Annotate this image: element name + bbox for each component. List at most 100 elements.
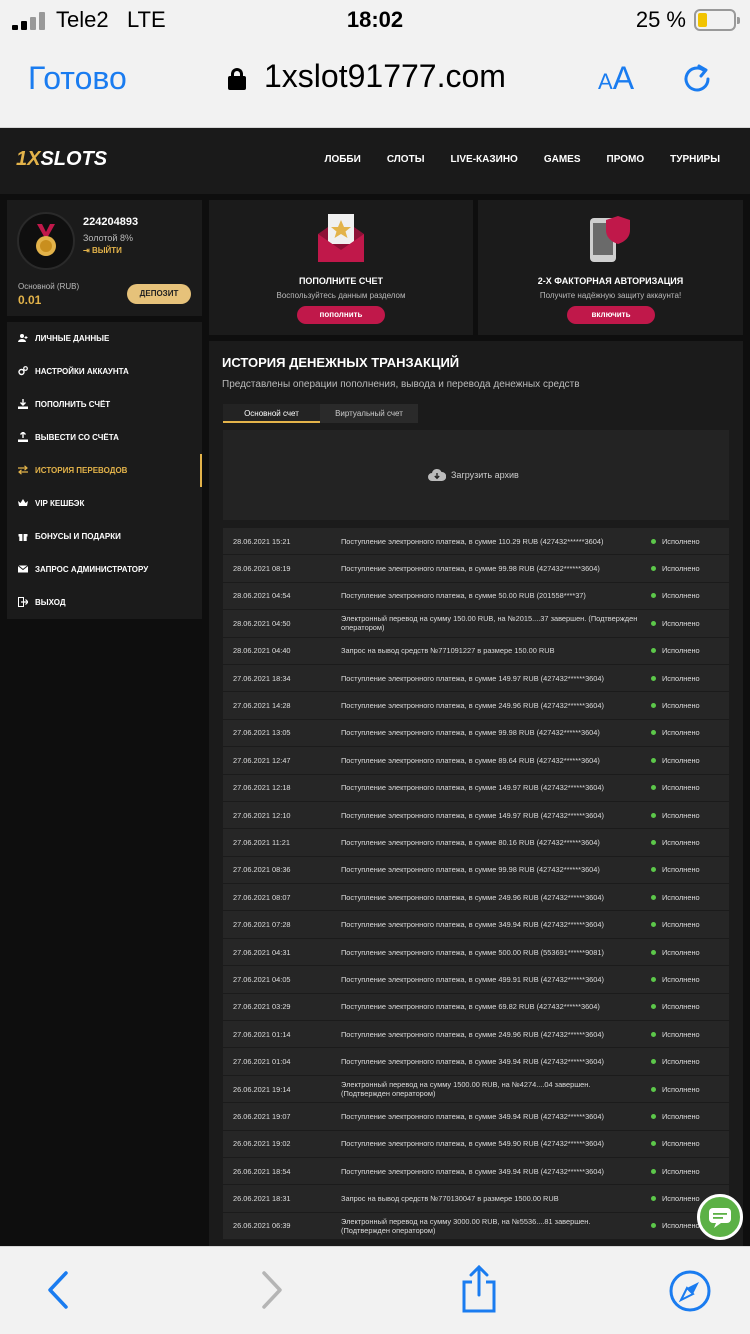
share-icon[interactable] bbox=[459, 1265, 499, 1313]
transaction-date: 28.06.2021 04:54 bbox=[233, 591, 291, 601]
status-text: Исполнено bbox=[662, 892, 700, 902]
vip-tier: Золотой 8% bbox=[83, 233, 133, 243]
transaction-status: Исполнено bbox=[651, 583, 700, 609]
status-text: Исполнено bbox=[662, 1139, 700, 1149]
lock-icon bbox=[228, 68, 246, 90]
url-text[interactable]: 1xslot91777.com bbox=[264, 58, 506, 95]
forward-icon[interactable] bbox=[252, 1269, 292, 1311]
balance-value: 0.01 bbox=[18, 293, 42, 307]
transaction-date: 27.06.2021 01:04 bbox=[233, 1057, 291, 1067]
status-dot-icon bbox=[651, 675, 656, 681]
table-row: 26.06.2021 19:07 Поступление электронного… bbox=[223, 1103, 729, 1130]
transaction-description: Поступление электронного платежа, в сумм… bbox=[341, 591, 586, 601]
status-text: Исполнено bbox=[662, 865, 700, 875]
cloud-download-icon[interactable] bbox=[428, 468, 446, 482]
transaction-status: Исполнено bbox=[651, 1048, 700, 1074]
phone-shield-icon bbox=[590, 216, 630, 262]
transaction-status: Исполнено bbox=[651, 665, 700, 691]
deposit-button[interactable]: ДЕПОЗИТ bbox=[127, 284, 191, 304]
enable-2fa-button[interactable]: включить bbox=[567, 306, 655, 324]
table-row: 27.06.2021 11:21 Поступление электронного… bbox=[223, 829, 729, 856]
transaction-status: Исполнено bbox=[651, 1103, 700, 1129]
transaction-description: Поступление электронного платежа, в сумм… bbox=[341, 974, 604, 984]
transaction-date: 27.06.2021 03:29 bbox=[233, 1002, 291, 1012]
transaction-description: Поступление электронного платежа, в сумм… bbox=[341, 701, 604, 711]
nav-promo[interactable]: ПРОМО bbox=[607, 154, 645, 165]
nav-games[interactable]: GAMES bbox=[544, 154, 581, 165]
table-row: 28.06.2021 08:19 Поступление электронного… bbox=[223, 555, 729, 582]
transaction-date: 26.06.2021 19:14 bbox=[233, 1084, 291, 1094]
transaction-status: Исполнено bbox=[651, 802, 700, 828]
menu-admin-request[interactable]: ЗАПРОС АДМИНИСТРАТОРУ bbox=[7, 552, 202, 586]
site-logo[interactable]: 1XSLOTS bbox=[16, 148, 107, 171]
status-dot-icon bbox=[651, 593, 656, 599]
transaction-date: 27.06.2021 04:05 bbox=[233, 974, 291, 984]
user-add-icon bbox=[18, 334, 28, 343]
ios-status-bar: Tele2 LTE 18:02 25 % bbox=[0, 0, 750, 42]
compass-icon[interactable] bbox=[668, 1269, 712, 1313]
promo-subtitle: Воспользуйтесь данным разделом bbox=[276, 291, 406, 300]
transaction-status: Исполнено bbox=[651, 911, 700, 937]
transaction-status: Исполнено bbox=[651, 638, 700, 664]
transaction-date: 26.06.2021 18:54 bbox=[233, 1166, 291, 1176]
transaction-status: Исполнено bbox=[651, 829, 700, 855]
menu-transfer-history[interactable]: ИСТОРИЯ ПЕРЕВОДОВ bbox=[7, 453, 202, 487]
site-header: 1XSLOTS ЛОББИ СЛОТЫ LIVE-КАЗИНО GAMES ПР… bbox=[0, 128, 750, 194]
transaction-description: Поступление электронного платежа, в сумм… bbox=[341, 865, 600, 875]
menu-bonuses[interactable]: БОНУСЫ И ПОДАРКИ bbox=[7, 519, 202, 553]
status-dot-icon bbox=[651, 620, 656, 626]
menu-account-settings[interactable]: НАСТРОЙКИ АККАУНТА bbox=[7, 354, 202, 388]
status-dot-icon bbox=[651, 894, 656, 900]
status-dot-icon bbox=[651, 922, 656, 928]
status-text: Исполнено bbox=[662, 1002, 700, 1012]
logout-link[interactable]: ⇥ ВЫЙТИ bbox=[83, 246, 122, 255]
status-text: Исполнено bbox=[662, 618, 700, 628]
reload-icon[interactable] bbox=[678, 60, 716, 98]
transaction-date: 27.06.2021 12:18 bbox=[233, 783, 291, 793]
transaction-description: Запрос на вывод средств №771091227 в раз… bbox=[341, 646, 555, 656]
status-dot-icon bbox=[651, 839, 656, 845]
table-row: 27.06.2021 01:14 Поступление электронного… bbox=[223, 1021, 729, 1048]
download-archive-link[interactable]: Загрузить архив bbox=[451, 470, 519, 480]
transaction-description: Поступление электронного платежа, в сумм… bbox=[341, 536, 604, 546]
mail-icon bbox=[18, 565, 28, 573]
transaction-status: Исполнено bbox=[651, 1213, 700, 1239]
nav-live-casino[interactable]: LIVE-КАЗИНО bbox=[450, 154, 517, 165]
status-text: Исполнено bbox=[662, 701, 700, 711]
status-text: Исполнено bbox=[662, 974, 700, 984]
chat-button[interactable] bbox=[697, 1194, 743, 1240]
transaction-date: 26.06.2021 19:07 bbox=[233, 1111, 291, 1121]
nav-lobby[interactable]: ЛОББИ bbox=[324, 154, 360, 165]
menu-exit[interactable]: ВЫХОД bbox=[7, 585, 202, 619]
page-title: ИСТОРИЯ ДЕНЕЖНЫХ ТРАНЗАКЦИЙ bbox=[222, 355, 460, 370]
status-text: Исполнено bbox=[662, 755, 700, 765]
status-dot-icon bbox=[651, 1168, 656, 1174]
status-text: Исполнено bbox=[662, 947, 700, 957]
transaction-date: 27.06.2021 08:36 bbox=[233, 865, 291, 875]
done-button[interactable]: Готово bbox=[28, 60, 127, 97]
main-nav: ЛОББИ СЛОТЫ LIVE-КАЗИНО GAMES ПРОМО ТУРН… bbox=[324, 154, 720, 165]
envelope-star-icon bbox=[318, 214, 364, 262]
table-row: 27.06.2021 13:05 Поступление электронного… bbox=[223, 719, 729, 747]
menu-personal-data[interactable]: ЛИЧНЫЕ ДАННЫЕ bbox=[7, 322, 202, 355]
menu-vip-cashback[interactable]: VIP КЕШБЭК bbox=[7, 486, 202, 520]
menu-deposit[interactable]: ПОПОЛНИТЬ СЧЁТ bbox=[7, 387, 202, 421]
transaction-description: Поступление электронного платежа, в сумм… bbox=[341, 1057, 604, 1067]
status-dot-icon bbox=[651, 1004, 656, 1010]
nav-tournaments[interactable]: ТУРНИРЫ bbox=[670, 154, 720, 165]
transaction-description: Электронный перевод на сумму 3000.00 RUB… bbox=[341, 1216, 591, 1235]
download-icon bbox=[18, 399, 28, 410]
transaction-description: Поступление электронного платежа, в сумм… bbox=[341, 1166, 604, 1176]
tab-main-account[interactable]: Основной счет bbox=[223, 404, 320, 423]
text-size-button[interactable]: AA bbox=[598, 60, 634, 97]
table-row: 27.06.2021 14:28 Поступление электронного… bbox=[223, 692, 729, 719]
transaction-description: Электронный перевод на сумму 1500.00 RUB… bbox=[341, 1080, 591, 1098]
transaction-status: Исполнено bbox=[651, 1158, 700, 1184]
menu-withdraw[interactable]: ВЫВЕСТИ СО СЧЁТА bbox=[7, 420, 202, 454]
back-icon[interactable] bbox=[40, 1269, 80, 1311]
nav-slots[interactable]: СЛОТЫ bbox=[387, 154, 425, 165]
transaction-date: 27.06.2021 07:28 bbox=[233, 920, 291, 930]
topup-button[interactable]: пополнить bbox=[297, 306, 385, 324]
table-row: 27.06.2021 01:04 Поступление электронного… bbox=[223, 1048, 729, 1075]
tab-virtual-account[interactable]: Виртуальный счет bbox=[320, 404, 418, 423]
